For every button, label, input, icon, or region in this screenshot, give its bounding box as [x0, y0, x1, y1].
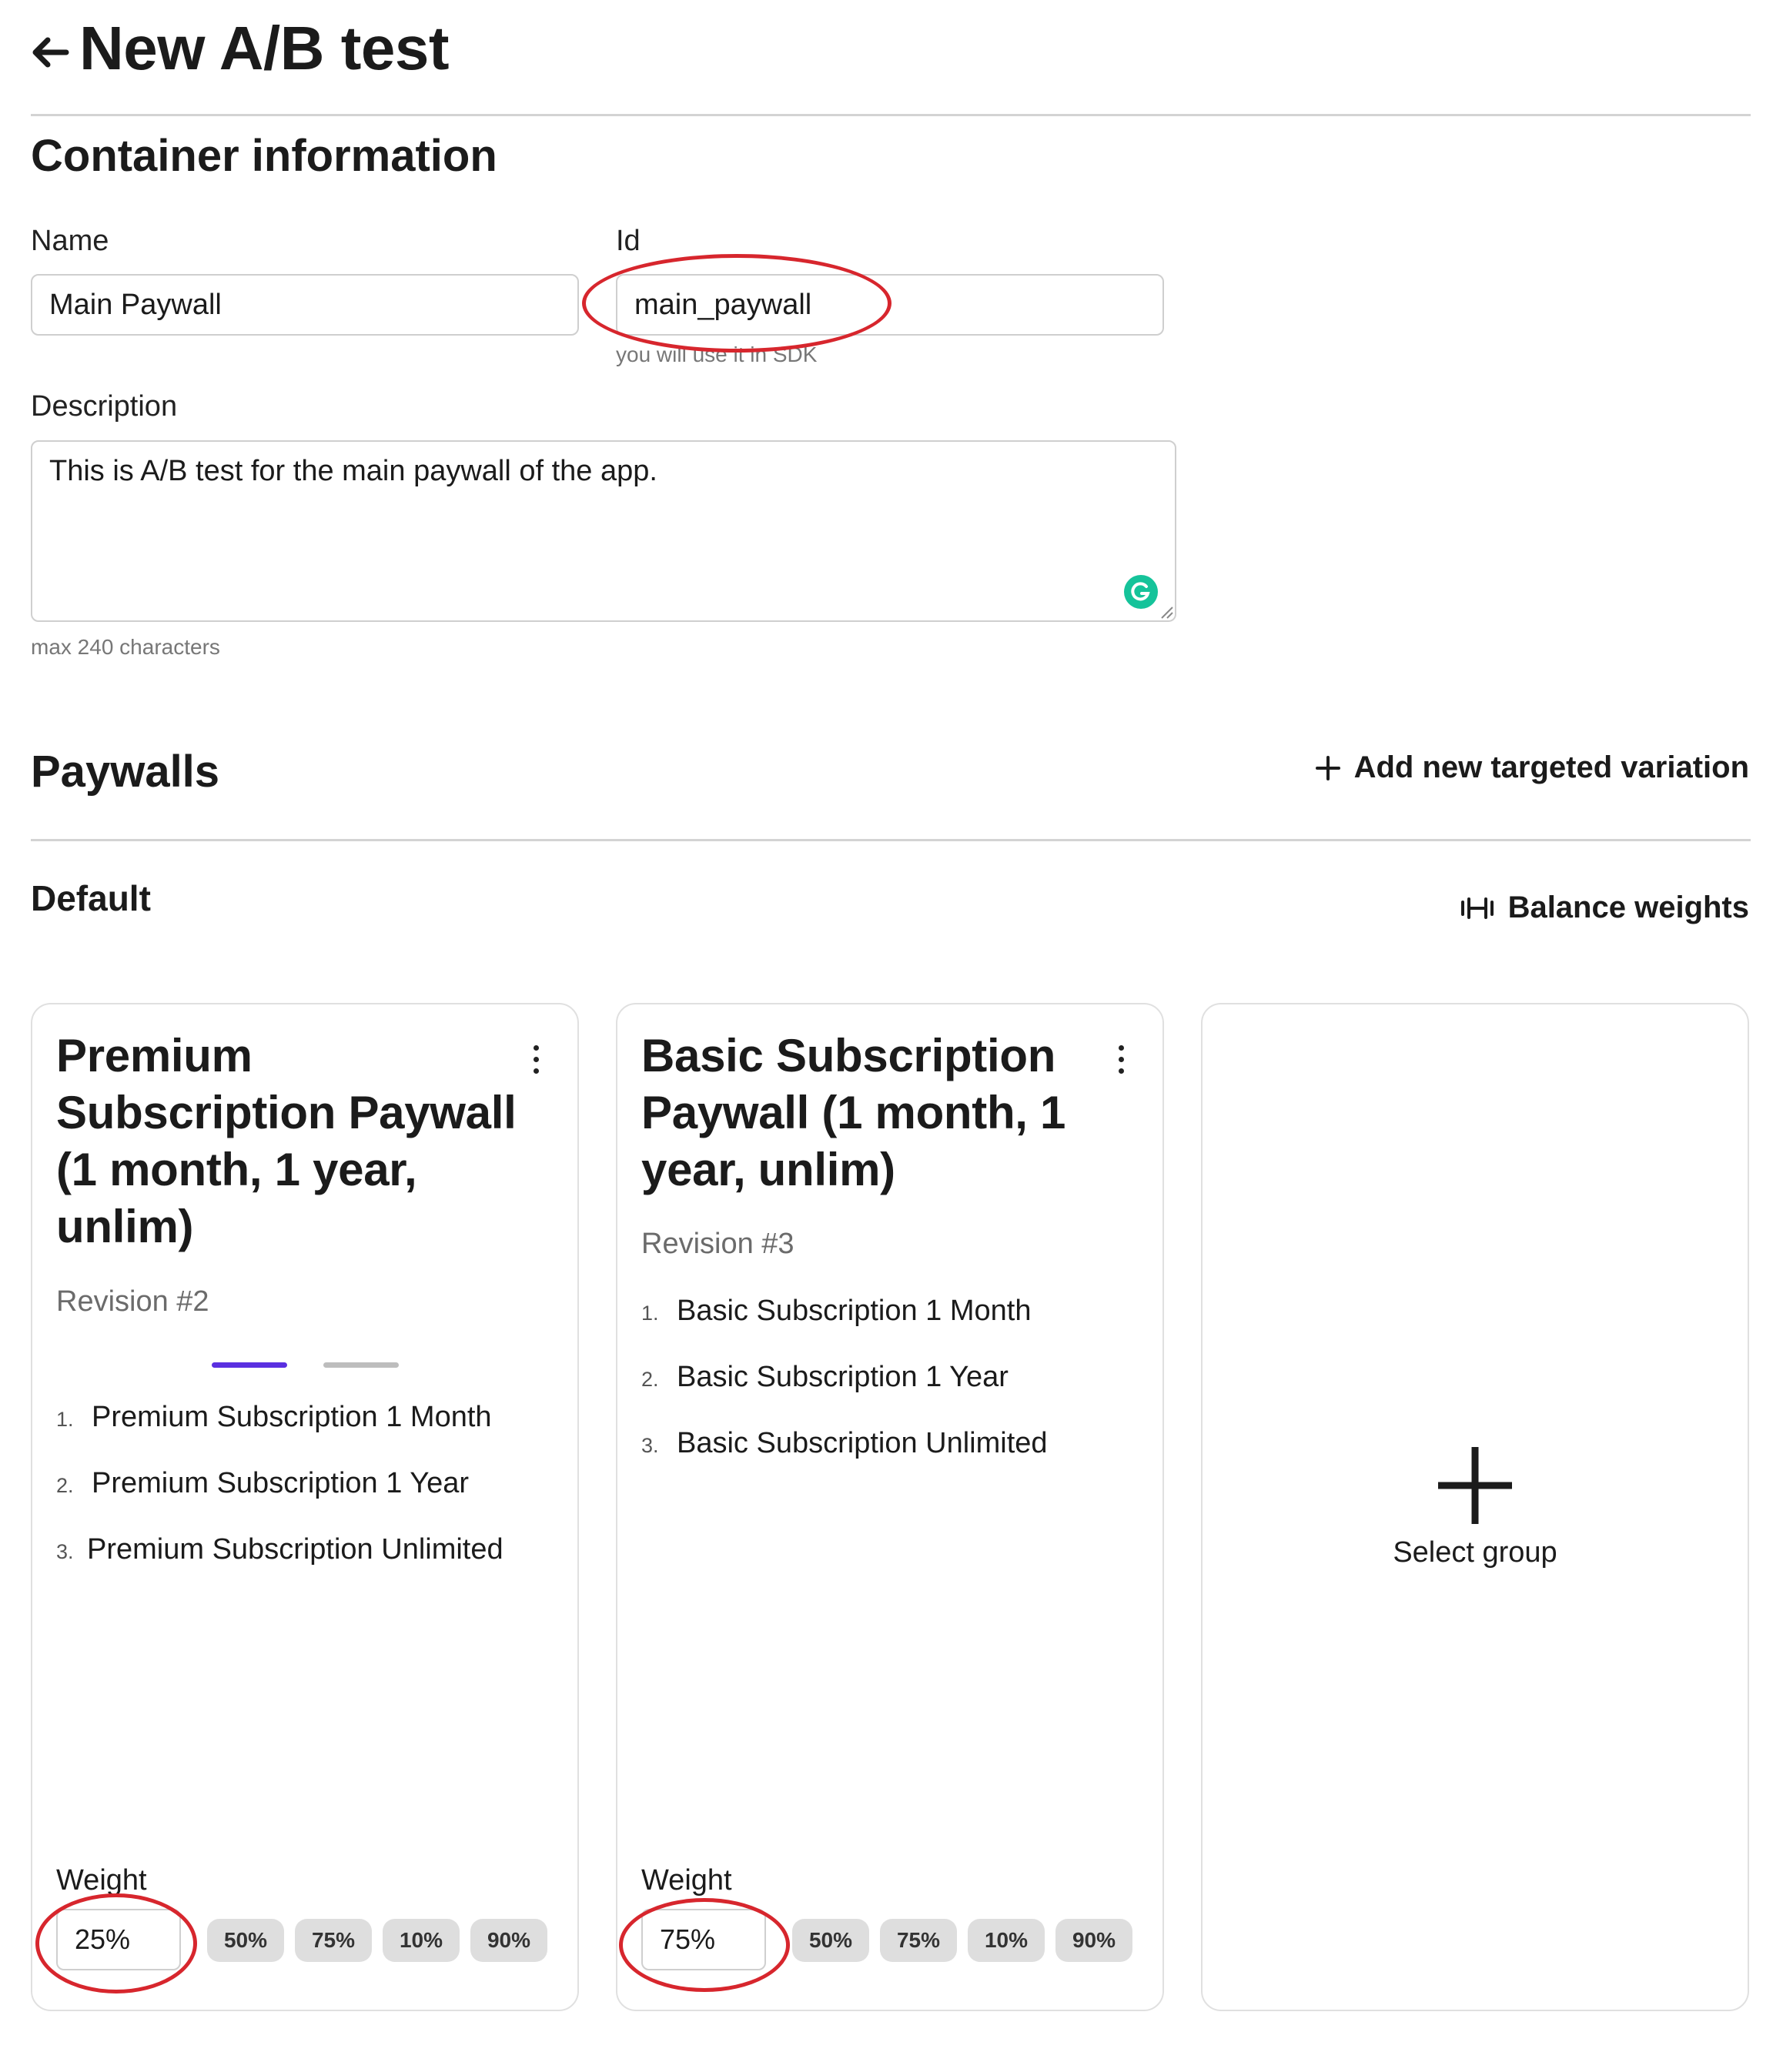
weight-chip[interactable]: 90%	[1055, 1919, 1132, 1962]
resize-grip-icon[interactable]	[1159, 604, 1174, 620]
product-list-item: 2. Premium Subscription 1 Year	[56, 1467, 470, 1499]
divider	[31, 839, 1751, 841]
weight-chip[interactable]: 75%	[880, 1919, 957, 1962]
description-text: This is A/B test for the main paywall of…	[49, 455, 657, 487]
id-input[interactable]: main_paywall	[616, 274, 1164, 336]
description-textarea[interactable]: This is A/B test for the main paywall of…	[31, 440, 1176, 622]
weight-label: Weight	[641, 1864, 732, 1897]
id-helper-text: you will use it in SDK	[616, 343, 818, 366]
weight-chip[interactable]: 50%	[207, 1919, 284, 1962]
divider	[31, 114, 1751, 116]
description-label: Description	[31, 390, 178, 423]
plus-icon	[1315, 755, 1340, 780]
revision-label: Revision #2	[56, 1285, 209, 1318]
carousel-indicator[interactable]	[323, 1362, 399, 1368]
select-group-label: Select group	[1393, 1536, 1557, 1569]
weight-label: Weight	[56, 1864, 147, 1897]
section-title-paywalls: Paywalls	[31, 747, 220, 797]
balance-weights-label: Balance weights	[1507, 891, 1749, 924]
weight-input[interactable]: 75%	[641, 1909, 766, 1970]
page-title: New A/B test	[79, 14, 450, 82]
weight-chip[interactable]: 75%	[295, 1919, 372, 1962]
more-options-icon[interactable]	[1106, 1036, 1136, 1082]
product-list-item: 2. Basic Subscription 1 Year	[641, 1361, 1009, 1393]
section-title-container: Container information	[31, 131, 497, 181]
product-list-item: 3. Premium Subscription Unlimited	[56, 1533, 503, 1566]
paywall-card-title: Premium Subscription Paywall (1 month, 1…	[56, 1030, 517, 1252]
plus-icon	[1437, 1444, 1514, 1527]
default-group-title: Default	[31, 878, 151, 918]
id-label: Id	[616, 225, 641, 257]
paywall-card-title: Basic Subscription Paywall (1 month, 1 y…	[641, 1030, 1066, 1195]
product-list-item: 1. Basic Subscription 1 Month	[641, 1295, 1032, 1327]
grammarly-icon[interactable]	[1124, 575, 1158, 609]
carousel-indicator-active[interactable]	[212, 1362, 287, 1368]
weight-chip[interactable]: 10%	[968, 1919, 1045, 1962]
back-arrow-icon[interactable]	[28, 23, 71, 79]
add-targeted-variation-button[interactable]: Add new targeted variation	[1315, 750, 1749, 785]
weight-chip[interactable]: 90%	[470, 1919, 547, 1962]
weight-input[interactable]: 25%	[56, 1909, 181, 1970]
balance-icon	[1460, 897, 1494, 919]
product-list-item: 3. Basic Subscription Unlimited	[641, 1427, 1048, 1459]
add-targeted-variation-label: Add new targeted variation	[1353, 750, 1749, 784]
name-input[interactable]: Main Paywall	[31, 274, 579, 336]
product-list-item: 1. Premium Subscription 1 Month	[56, 1401, 492, 1433]
description-helper-text: max 240 characters	[31, 635, 220, 659]
revision-label: Revision #3	[641, 1228, 794, 1260]
weight-chip[interactable]: 10%	[383, 1919, 460, 1962]
weight-chip[interactable]: 50%	[792, 1919, 869, 1962]
balance-weights-button[interactable]: Balance weights	[1460, 891, 1749, 925]
name-label: Name	[31, 225, 109, 257]
more-options-icon[interactable]	[520, 1036, 551, 1082]
